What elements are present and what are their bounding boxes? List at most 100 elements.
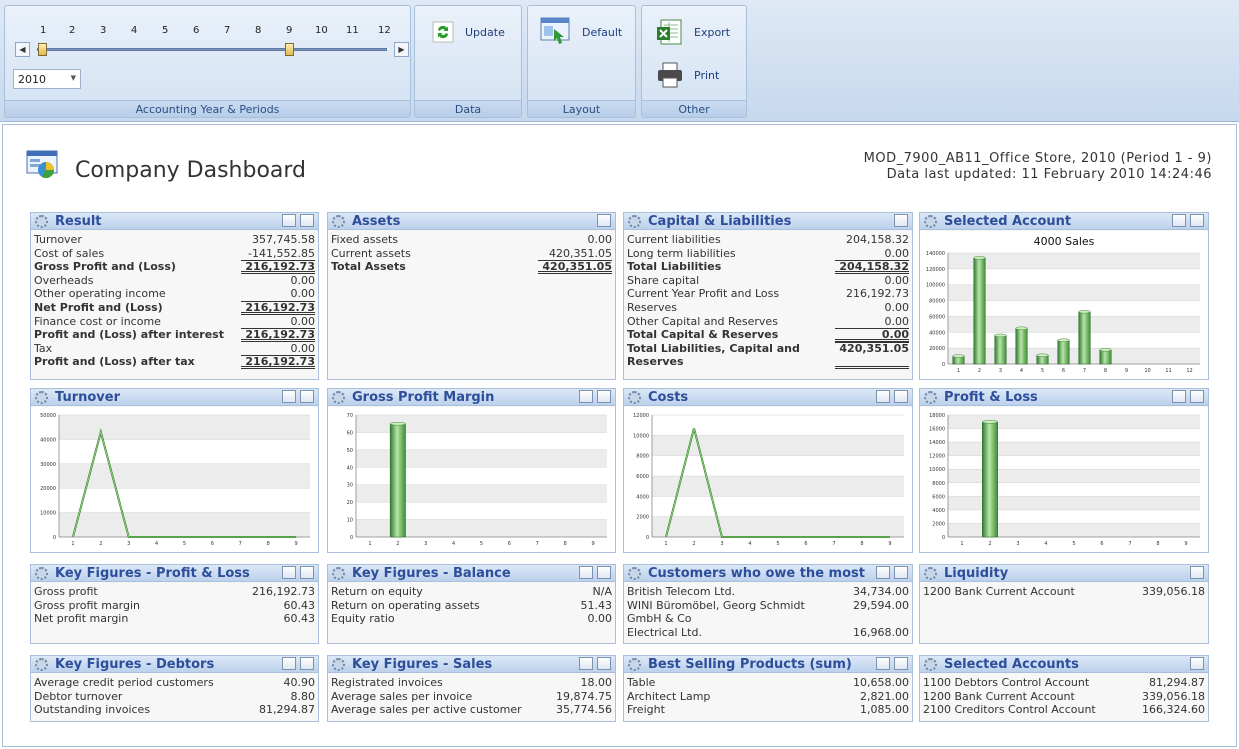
period-label: 4 <box>131 25 138 36</box>
zoom-icon[interactable] <box>597 657 611 670</box>
x-tick-label: 5 <box>1072 541 1075 547</box>
y-tick-label: 4000 <box>932 508 945 514</box>
panel-tools <box>579 657 611 670</box>
x-tick-label: 4 <box>452 541 455 547</box>
gear-icon[interactable] <box>628 567 641 580</box>
gear-icon[interactable] <box>332 391 345 404</box>
group-label: Accounting Year & Periods <box>5 100 410 117</box>
zoom-icon[interactable] <box>300 657 314 670</box>
update-label: Update <box>465 25 505 39</box>
zoom-icon[interactable] <box>300 390 314 403</box>
panel-title: Selected Accounts <box>944 657 1079 672</box>
row-label: Return on equity <box>331 585 423 598</box>
row-value: 0.00 <box>884 246 910 260</box>
default-layout-icon <box>540 17 570 44</box>
slider-left-button[interactable]: ◀ <box>15 42 30 57</box>
gear-icon[interactable] <box>628 658 641 671</box>
row-label: Net Profit and (Loss) <box>34 300 163 314</box>
last-updated: Data last updated: 11 February 2010 14:2… <box>886 167 1212 182</box>
row-value: 339,056.18 <box>1142 689 1205 703</box>
row-value: 0.00 <box>884 314 910 328</box>
zoom-icon[interactable] <box>597 566 611 579</box>
edit-icon[interactable] <box>579 566 593 579</box>
gear-icon[interactable] <box>628 215 641 228</box>
panel-title: Key Figures - Profit & Loss <box>55 566 250 581</box>
row-value: 8.80 <box>290 689 316 703</box>
edit-icon[interactable] <box>282 657 296 670</box>
period-label: 5 <box>162 25 169 36</box>
year-value: 2010 <box>18 73 46 86</box>
zoom-icon[interactable] <box>894 390 908 403</box>
x-tick-label: 2 <box>988 541 991 547</box>
row-label: Profit and (Loss) after interest <box>34 328 224 342</box>
slider-track[interactable] <box>37 48 387 51</box>
chart-area: 0 2000 4000 6000 8000 10000 12000 1 2 3 4 5 6 7 8 9 <box>624 407 912 552</box>
list-item: Profit and (Loss) after interest 216,192.… <box>34 328 315 342</box>
y-tick-label: 10000 <box>40 511 56 517</box>
edit-icon[interactable] <box>597 214 611 227</box>
gear-icon[interactable] <box>332 658 345 671</box>
row-value: 216,192.73 <box>241 260 315 274</box>
list-item: Other operating income 0.00 <box>34 287 315 301</box>
export-button[interactable]: Export <box>656 17 730 47</box>
gear-icon[interactable] <box>924 215 937 228</box>
zoom-icon[interactable] <box>300 566 314 579</box>
period-slider[interactable]: ◀ ▶ <box>15 42 409 58</box>
row-value: 0.00 <box>290 341 316 355</box>
row-value: 204,158.32 <box>846 233 909 246</box>
zoom-icon[interactable] <box>894 566 908 579</box>
edit-icon[interactable] <box>894 214 908 227</box>
period-label: 3 <box>100 25 107 36</box>
year-select[interactable]: 2010 ▼ <box>13 69 81 89</box>
panel-tools <box>876 566 908 579</box>
panel-title: Liquidity <box>944 566 1009 581</box>
edit-icon[interactable] <box>876 390 890 403</box>
gear-icon[interactable] <box>35 215 48 228</box>
gear-icon[interactable] <box>35 391 48 404</box>
panel-title: Result <box>55 214 102 229</box>
excel-export-icon <box>657 19 682 45</box>
zoom-icon[interactable] <box>597 390 611 403</box>
print-button[interactable]: Print <box>656 61 719 89</box>
edit-icon[interactable] <box>282 566 296 579</box>
gear-icon[interactable] <box>924 567 937 580</box>
update-button[interactable]: Update <box>431 20 505 44</box>
gear-icon[interactable] <box>924 391 937 404</box>
chart-svg: 4000 Sales 0 20000 40000 60000 80000 100000 120… <box>920 231 1208 379</box>
panel-result: Result Turnover 357,745.58 Cost of sales -14… <box>30 212 319 380</box>
edit-icon[interactable] <box>1190 566 1204 579</box>
edit-icon[interactable] <box>1172 390 1186 403</box>
panel-header: Liquidity <box>920 565 1208 582</box>
default-button[interactable]: Default <box>540 17 622 47</box>
slider-right-button[interactable]: ▶ <box>394 42 409 57</box>
gear-icon[interactable] <box>628 391 641 404</box>
gear-icon[interactable] <box>924 658 937 671</box>
row-label: Architect Lamp <box>627 689 711 703</box>
x-tick-label: 5 <box>480 541 483 547</box>
zoom-icon[interactable] <box>300 214 314 227</box>
zoom-icon[interactable] <box>1190 214 1204 227</box>
edit-icon[interactable] <box>282 214 296 227</box>
gear-icon[interactable] <box>332 567 345 580</box>
row-label: Tax <box>34 341 53 355</box>
edit-icon[interactable] <box>579 657 593 670</box>
slider-end-thumb[interactable] <box>285 43 294 56</box>
edit-icon[interactable] <box>282 390 296 403</box>
chart-svg: 0 10 20 30 40 50 60 70 1 2 3 4 5 6 7 8 9 <box>328 407 615 552</box>
gear-icon[interactable] <box>35 658 48 671</box>
y-tick-label: 2000 <box>636 515 649 521</box>
slider-start-thumb[interactable] <box>38 43 47 56</box>
edit-icon[interactable] <box>876 657 890 670</box>
panel-tools <box>1190 657 1204 670</box>
edit-icon[interactable] <box>1172 214 1186 227</box>
gear-icon[interactable] <box>332 215 345 228</box>
edit-icon[interactable] <box>1190 657 1204 670</box>
edit-icon[interactable] <box>876 566 890 579</box>
zoom-icon[interactable] <box>1190 390 1204 403</box>
zoom-icon[interactable] <box>894 657 908 670</box>
edit-icon[interactable] <box>579 390 593 403</box>
list-item: Return on operating assets 51.43 <box>331 599 612 613</box>
panel-header: Selected Accounts <box>920 656 1208 673</box>
panel-header: Result <box>31 213 318 230</box>
gear-icon[interactable] <box>35 567 48 580</box>
